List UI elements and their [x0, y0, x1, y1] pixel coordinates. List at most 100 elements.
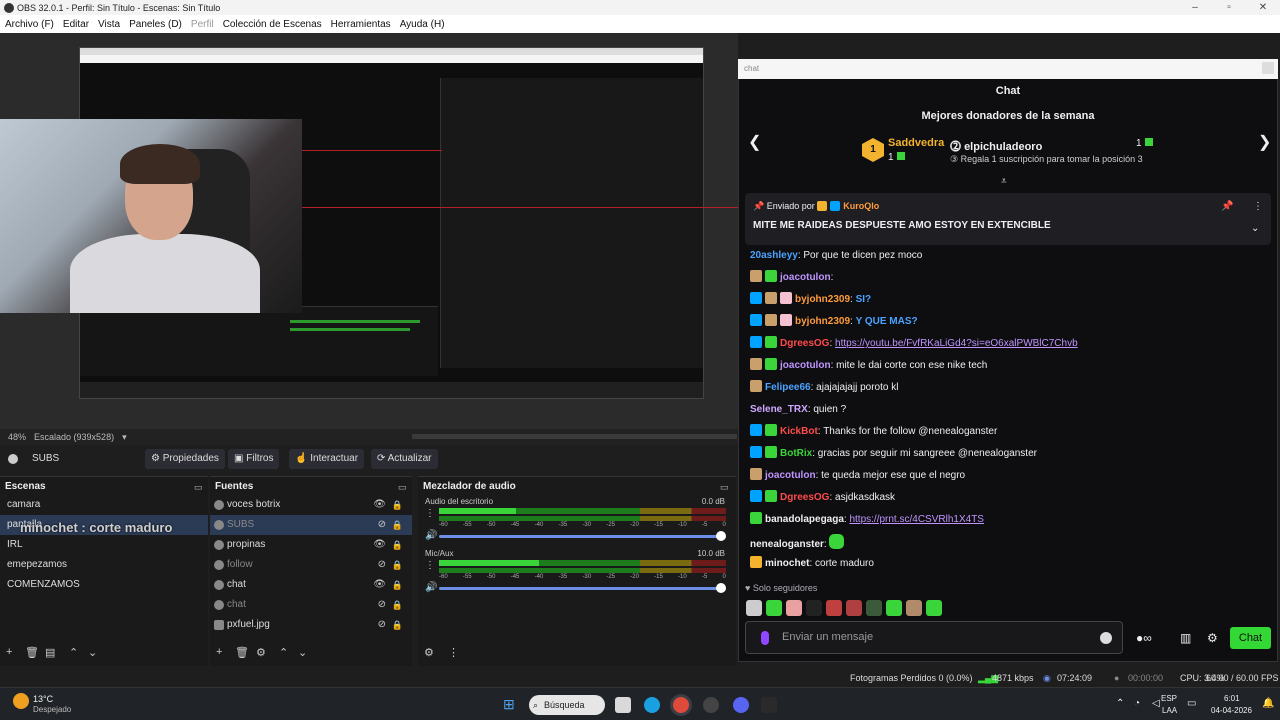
- scene-item[interactable]: COMENZAMOS: [0, 575, 208, 595]
- emote-icon[interactable]: [846, 600, 862, 616]
- dock-float-icon[interactable]: ▭: [194, 482, 203, 493]
- dock-float-icon[interactable]: ▭: [720, 482, 729, 493]
- emote-icon[interactable]: [886, 600, 902, 616]
- channel-menu-icon[interactable]: ⋮: [425, 560, 435, 571]
- obs-icon[interactable]: [703, 697, 719, 713]
- chat-username[interactable]: Selene_TRX: [750, 404, 808, 415]
- preview-scrollbar[interactable]: [412, 434, 737, 439]
- dock-float-icon[interactable]: [1262, 62, 1274, 74]
- store-icon[interactable]: ▥: [1180, 631, 1191, 645]
- source-item[interactable]: SUBS ⊘ 🔒: [210, 515, 412, 535]
- volume-slider[interactable]: [439, 531, 726, 541]
- scale-label[interactable]: Escalado (939x528): [34, 432, 114, 442]
- menu-herramientas[interactable]: Herramientas: [331, 19, 391, 30]
- task-view-icon[interactable]: [615, 697, 631, 713]
- menu-perfil[interactable]: Perfil: [191, 19, 214, 30]
- eye-icon[interactable]: 👁: [373, 495, 386, 515]
- trash-icon[interactable]: 🗑: [235, 646, 249, 659]
- lock-icon[interactable]: 🔒: [392, 515, 403, 535]
- scene-item[interactable]: emepezamos: [0, 555, 208, 575]
- add-icon[interactable]: +: [6, 646, 12, 658]
- chat-username[interactable]: byjohn2309: [795, 316, 850, 327]
- chat-link[interactable]: https://youtu.be/FvfRKaLiGd4?si=eO6xalPW…: [835, 338, 1078, 349]
- chat-username[interactable]: KickBot: [780, 426, 818, 437]
- chat-username[interactable]: joacotulon: [780, 272, 831, 283]
- trash-icon[interactable]: 🗑: [25, 646, 39, 659]
- chevron-down-icon[interactable]: ⌄: [88, 646, 97, 659]
- more-icon[interactable]: ⋮: [1253, 201, 1263, 212]
- chrome-icon[interactable]: [673, 697, 689, 713]
- lang-layout[interactable]: LAA: [1162, 706, 1177, 715]
- chevron-up-icon[interactable]: ⌃: [279, 646, 288, 659]
- dock-float-icon[interactable]: ▭: [398, 482, 407, 493]
- minimize-icon[interactable]: –: [1178, 0, 1212, 15]
- chat-username[interactable]: BotRix: [780, 448, 812, 459]
- lang[interactable]: ESP: [1161, 694, 1177, 703]
- clock-time[interactable]: 6:01: [1224, 694, 1240, 703]
- lock-icon[interactable]: 🔒: [392, 615, 403, 635]
- volume-knob[interactable]: [716, 583, 726, 593]
- chat-username[interactable]: joacotulon: [780, 360, 831, 371]
- chevron-left-icon[interactable]: ❮: [748, 132, 761, 152]
- filters-button[interactable]: ▣ Filtros: [228, 449, 280, 469]
- maximize-icon[interactable]: ▫: [1212, 0, 1246, 15]
- emote-icon[interactable]: [866, 600, 882, 616]
- menu-ayuda[interactable]: Ayuda (H): [400, 19, 445, 30]
- chat-username[interactable]: byjohn2309: [795, 294, 850, 305]
- chevron-down-icon[interactable]: ▾: [122, 432, 127, 443]
- chevron-right-icon[interactable]: ❯: [1258, 132, 1271, 152]
- gear-icon[interactable]: ⚙: [1207, 631, 1218, 645]
- chat-username[interactable]: Felipee66: [765, 382, 811, 393]
- filter-icon[interactable]: ▤: [45, 646, 55, 659]
- windows-start-icon[interactable]: ⊞: [503, 696, 515, 713]
- chat-username[interactable]: minochet: [765, 558, 809, 569]
- eye-off-icon[interactable]: ⊘: [378, 555, 386, 575]
- interact-button[interactable]: ☝ Interactuar: [289, 449, 365, 469]
- properties-button[interactable]: ⚙ Propiedades: [145, 449, 225, 469]
- scene-item[interactable]: IRL: [0, 535, 208, 555]
- add-icon[interactable]: +: [216, 646, 222, 658]
- menu-archivo[interactable]: Archivo (F): [5, 19, 54, 30]
- eye-off-icon[interactable]: ⊘: [378, 595, 386, 615]
- lock-icon[interactable]: 🔒: [392, 575, 403, 595]
- chat-link[interactable]: https://prnt.sc/4CSVRlh1X4TS: [849, 514, 984, 525]
- source-item[interactable]: follow ⊘ 🔒: [210, 555, 412, 575]
- emote-icon[interactable]: [786, 600, 802, 616]
- emote-icon[interactable]: [746, 600, 762, 616]
- eye-icon[interactable]: 👁: [373, 575, 386, 595]
- chat-username[interactable]: DgreesOG: [780, 338, 829, 349]
- gear-icon[interactable]: ⚙: [256, 646, 266, 659]
- volume-icon[interactable]: ◁: [1152, 698, 1160, 709]
- emote-icon[interactable]: [906, 600, 922, 616]
- emote-icon[interactable]: [926, 600, 942, 616]
- wifi-icon[interactable]: ◔: [1134, 698, 1140, 709]
- chat-username[interactable]: joacotulon: [765, 470, 816, 481]
- source-item[interactable]: pxfuel.jpg ⊘ 🔒: [210, 615, 412, 635]
- chevron-down-icon[interactable]: ⌄: [298, 646, 307, 659]
- pin-icon[interactable]: 📌: [1221, 201, 1233, 212]
- lock-icon[interactable]: 🔒: [392, 535, 403, 555]
- points-icon[interactable]: ●∞: [1136, 631, 1152, 645]
- chat-username[interactable]: 20ashleyy: [750, 250, 798, 261]
- eye-icon[interactable]: 👁: [373, 535, 386, 555]
- chevron-up-icon[interactable]: ⌃: [69, 646, 78, 659]
- emote-icon[interactable]: [826, 600, 842, 616]
- source-item[interactable]: chat ⊘ 🔒: [210, 595, 412, 615]
- eye-off-icon[interactable]: ⊘: [378, 615, 386, 635]
- chat-username[interactable]: DgreesOG: [780, 492, 829, 503]
- lock-icon[interactable]: 🔒: [392, 595, 403, 615]
- close-icon[interactable]: ✕: [1246, 0, 1280, 15]
- zoom-level[interactable]: 48%: [8, 432, 26, 442]
- emote-icon[interactable]: [766, 600, 782, 616]
- source-item[interactable]: propinas 👁 🔒: [210, 535, 412, 555]
- weather-icon[interactable]: [13, 693, 29, 709]
- network-icon[interactable]: ▭: [1187, 698, 1196, 709]
- chat-input[interactable]: Enviar un mensaje: [745, 621, 1123, 654]
- app-icon[interactable]: [761, 697, 777, 713]
- search-box[interactable]: ⌕ Búsqueda: [529, 695, 605, 715]
- chat-send-button[interactable]: Chat: [1230, 627, 1271, 649]
- eye-off-icon[interactable]: ⊘: [378, 515, 386, 535]
- speaker-icon[interactable]: 🔊: [425, 530, 437, 541]
- lock-icon[interactable]: 🔒: [392, 555, 403, 575]
- lock-icon[interactable]: 🔒: [392, 495, 403, 515]
